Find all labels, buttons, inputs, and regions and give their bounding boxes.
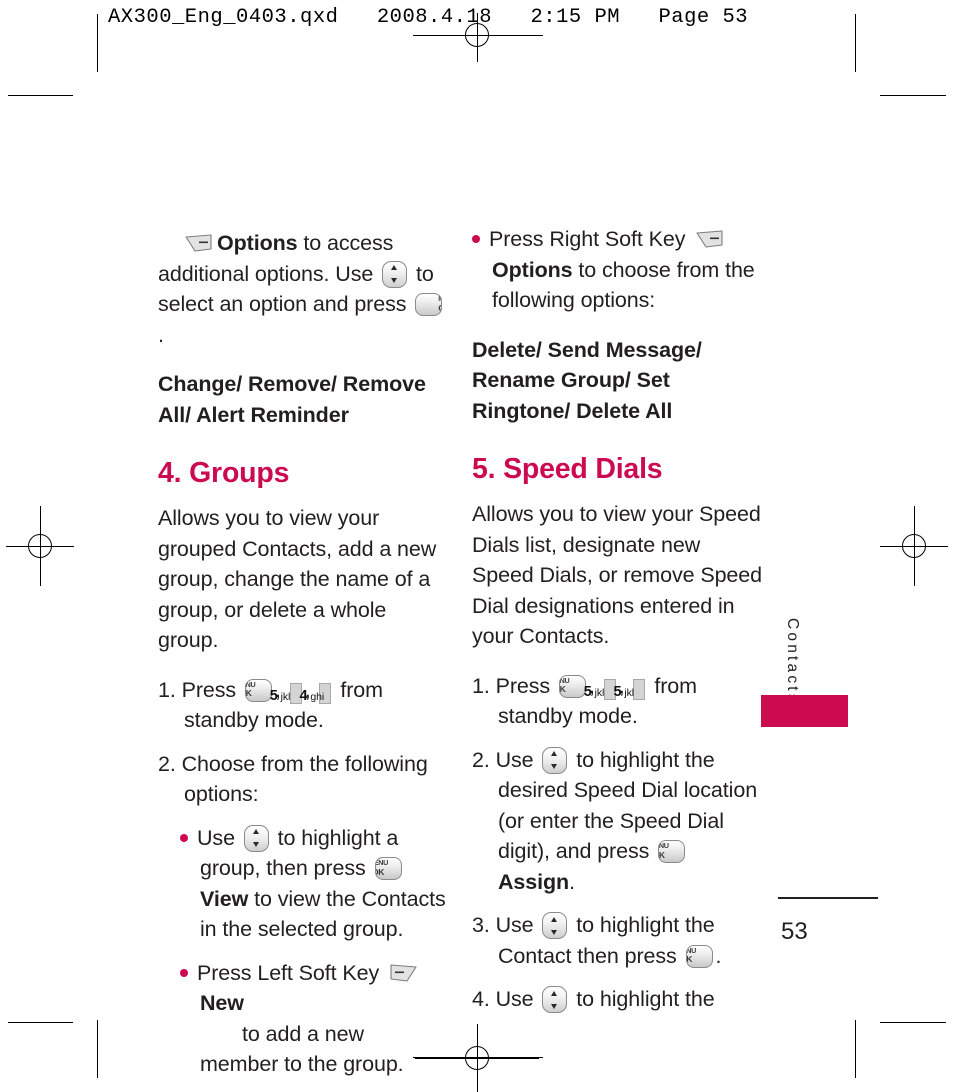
right-bullet-top: Press Right Soft Key Options to choose f… xyxy=(472,224,762,316)
navigation-key-icon xyxy=(542,746,568,774)
menu-ok-key-icon: MENUOK xyxy=(374,857,402,880)
bullet-dot-icon xyxy=(472,235,480,243)
manual-page: Options to access additional options. Us… xyxy=(0,0,954,1091)
step-text-after: . xyxy=(715,943,722,968)
keypad-key-5-second: 5 jkl xyxy=(613,678,646,700)
view-label: View xyxy=(200,886,249,911)
step-text-before: Press xyxy=(495,673,556,698)
bullet-text-before: Press Left Soft Key xyxy=(197,960,386,985)
group-options-list: Change/ Remove/ Remove All/ Alert Remind… xyxy=(158,372,426,427)
menu-ok-key-icon: MENUOK xyxy=(658,840,686,863)
groups-bullet-2: Press Left Soft Key New to add a new mem… xyxy=(180,958,448,1080)
right-soft-key-icon xyxy=(695,230,724,248)
step-number: 1. xyxy=(158,677,176,702)
folio-rule xyxy=(778,897,878,899)
step-text: Choose from the following options: xyxy=(181,751,428,807)
section-heading-groups: 4. Groups xyxy=(158,457,290,489)
navigation-key-icon xyxy=(542,912,568,939)
groups-step-1: 1. Press MENUOK, 5jkl, 4ghi from standby… xyxy=(158,675,448,736)
continued-paragraph: Options to access additional options. Us… xyxy=(158,228,448,350)
step-number: 2. xyxy=(158,751,176,776)
step-text-before: Use xyxy=(495,913,540,937)
bullet-dot-icon xyxy=(180,968,188,977)
menu-ok-key-icon: MENUOK xyxy=(685,944,713,968)
side-tab-color-block xyxy=(761,695,848,727)
options-label: Options xyxy=(217,231,298,255)
navigation-key-icon xyxy=(542,986,568,1013)
step-text-after: . xyxy=(569,869,575,894)
bullet-text-before: Press Right Soft Key xyxy=(489,227,692,251)
page-number: 53 xyxy=(781,918,808,945)
right-soft-key-icon xyxy=(184,234,213,252)
speed-dials-step-1: 1. Press MENUOK, 5jkl, 5jkl from standby… xyxy=(472,671,762,732)
navigation-key-icon xyxy=(382,260,408,288)
speed-dials-step-3: 3. Use to highlight the Contact then pre… xyxy=(472,910,762,971)
menu-ok-key-icon: MENUOK xyxy=(558,674,586,698)
section-heading-speed-dials: 5. Speed Dials xyxy=(472,453,663,485)
speed-dials-step-4: 4. Use to highlight the xyxy=(472,984,762,1015)
speed-dial-options-list: Delete/ Send Message/ Rename Group/ Set … xyxy=(472,337,702,423)
left-soft-key-icon xyxy=(389,963,418,982)
groups-bullet-1: Use to highlight a group, then press MEN… xyxy=(180,823,448,945)
step-text-mid: to highlight the xyxy=(570,987,715,1011)
navigation-key-icon xyxy=(243,824,269,852)
step-number: 1. xyxy=(472,673,490,698)
left-column: Options to access additional options. Us… xyxy=(158,228,448,1080)
step-number: 4. xyxy=(472,987,490,1011)
speed-dials-intro-paragraph: Allows you to view your Speed Dials list… xyxy=(472,502,763,648)
step-text-before: Use xyxy=(495,747,540,772)
new-label: New xyxy=(200,991,244,1015)
speed-dials-step-2: 2. Use to highlight the desired Speed Di… xyxy=(472,745,762,898)
right-column: Press Right Soft Key Options to choose f… xyxy=(472,224,762,1015)
side-tab-label: Contacts xyxy=(784,618,801,705)
step-text-before: Press xyxy=(181,677,242,702)
step-number: 2. xyxy=(472,747,490,772)
bullet-text-after: to add a new member to the group. xyxy=(200,1021,404,1077)
menu-ok-key-icon: MENUOK xyxy=(415,293,443,316)
menu-ok-key-icon: MENUOK xyxy=(244,678,272,702)
options-label: Options xyxy=(492,257,573,282)
groups-intro-paragraph: Allows you to view your grouped Contacts… xyxy=(158,506,437,652)
bullet-text-before: Use xyxy=(197,825,241,850)
step-number: 3. xyxy=(472,913,490,937)
assign-label: Assign xyxy=(498,869,570,894)
step-text-before: Use xyxy=(495,987,540,1011)
groups-step-2: 2. Choose from the following options: xyxy=(158,749,448,810)
continued-text-3: . xyxy=(158,322,164,347)
bullet-dot-icon xyxy=(180,833,188,842)
keypad-key-4: 4 ghi xyxy=(299,682,332,704)
